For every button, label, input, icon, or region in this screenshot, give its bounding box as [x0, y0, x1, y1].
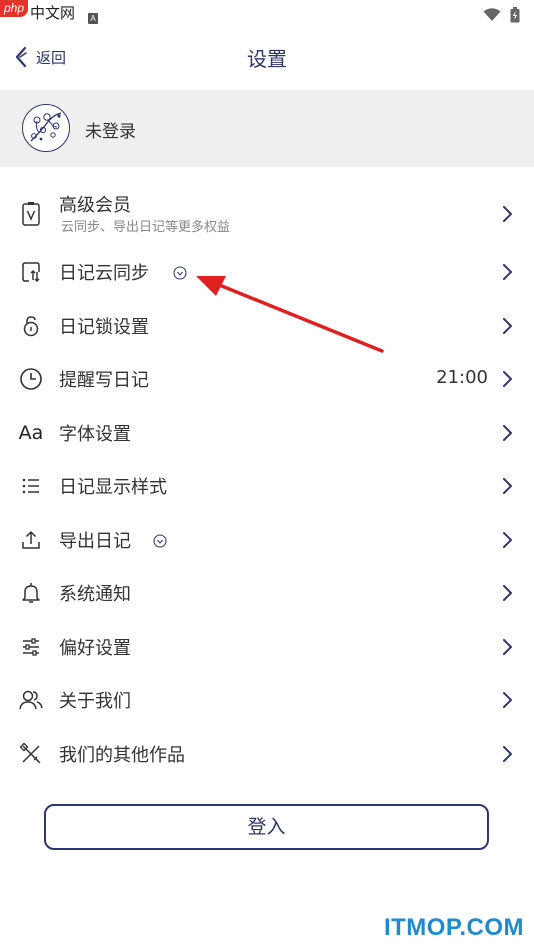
chevron-right-icon	[503, 692, 512, 708]
profile-row[interactable]: 未登录	[0, 90, 534, 167]
vip-badge-icon	[153, 534, 167, 547]
chevron-right-icon	[503, 531, 512, 548]
menu-item-label: 我们的其他作品	[59, 744, 185, 766]
menu-item-subtitle: 云同步、导出日记等更多权益	[61, 220, 231, 235]
chevron-right-icon	[503, 638, 512, 655]
profile-name: 未登录	[85, 122, 136, 142]
avatar	[22, 104, 70, 152]
status-bar: php 中文网 A	[0, 0, 534, 26]
menu-item-label: 关于我们	[59, 691, 131, 712]
cloud-sync-icon	[18, 259, 44, 285]
chevron-right-icon	[503, 745, 512, 762]
lock-icon	[18, 313, 44, 339]
menu-item-export[interactable]: 导出日记	[0, 513, 534, 567]
menu-item-preferences[interactable]: 偏好设置	[0, 620, 534, 674]
menu-item-label: 高级会员	[59, 195, 131, 216]
menu-item-reminder[interactable]: 提醒写日记 21:00	[0, 352, 534, 406]
menu-item-label: 提醒写日记	[59, 370, 149, 391]
menu-item-cloud-sync[interactable]: 日记云同步	[0, 245, 534, 299]
people-icon	[18, 687, 44, 713]
chevron-right-icon	[503, 424, 512, 441]
vip-card-icon	[18, 201, 44, 227]
tools-icon	[18, 741, 44, 767]
plum-blossom-icon	[30, 112, 62, 142]
notification-icons: A	[88, 6, 98, 25]
export-icon	[18, 527, 44, 553]
menu-item-notification[interactable]: 系统通知	[0, 566, 534, 620]
clock-icon	[18, 366, 44, 392]
menu-item-label: 字体设置	[59, 423, 131, 445]
menu-item-display-style[interactable]: 日记显示样式	[0, 459, 534, 513]
wifi-icon	[483, 7, 501, 21]
menu-item-diary-lock[interactable]: 日记锁设置	[0, 299, 534, 353]
menu-item-font[interactable]: Aa 字体设置	[0, 406, 534, 460]
bell-icon	[18, 580, 44, 606]
menu-item-label: 日记云同步	[59, 263, 149, 284]
menu-item-label: 日记显示样式	[59, 477, 167, 498]
chevron-right-icon	[503, 478, 512, 494]
menu-item-label: 日记锁设置	[59, 316, 149, 338]
menu-item-label: 系统通知	[59, 584, 131, 605]
vip-badge-icon	[173, 266, 187, 280]
site-watermark: ITMOP.COM	[383, 914, 524, 941]
font-icon: Aa	[18, 421, 44, 444]
menu-item-label: 导出日记	[59, 530, 131, 552]
menu-item-other-works[interactable]: 我们的其他作品	[0, 727, 534, 781]
status-icons	[483, 4, 520, 23]
a-icon: A	[88, 13, 98, 24]
chevron-right-icon	[503, 585, 512, 601]
battery-icon	[510, 6, 520, 22]
menu-item-about-us[interactable]: 关于我们	[0, 673, 534, 727]
menu-item-label: 偏好设置	[59, 637, 131, 659]
chevron-right-icon	[503, 206, 512, 222]
list-icon	[18, 473, 44, 499]
menu-item-vip[interactable]: 高级会员 云同步、导出日记等更多权益	[0, 183, 534, 245]
sliders-icon	[18, 634, 44, 660]
reminder-time: 21:00	[436, 367, 488, 388]
settings-menu: 高级会员 云同步、导出日记等更多权益 日记云同步 日记锁设置 提醒写日记 21:…	[0, 183, 534, 780]
login-button[interactable]: 登入	[44, 804, 489, 850]
chevron-right-icon	[503, 317, 512, 334]
page-title: 设置	[247, 47, 287, 71]
chevron-right-icon	[503, 264, 512, 280]
app-header: 返回 设置	[0, 26, 534, 90]
php-watermark-text: 中文网	[30, 4, 76, 22]
chevron-right-icon	[503, 371, 512, 387]
php-watermark: php	[0, 0, 29, 17]
